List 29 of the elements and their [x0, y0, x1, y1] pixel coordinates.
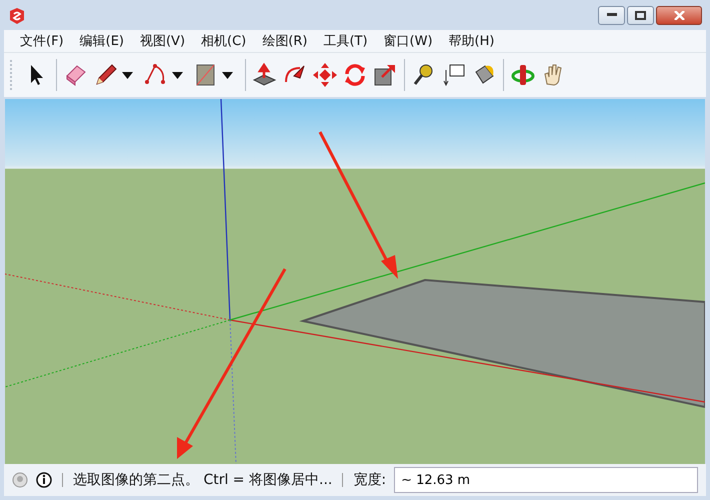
caret-icon: [222, 72, 232, 78]
measurement-field[interactable]: ~ 12.63 m: [394, 467, 698, 493]
caret-icon: [122, 72, 132, 78]
app-logo-icon: [8, 7, 26, 25]
menu-item[interactable]: 视图(V): [132, 32, 194, 50]
minimize-button[interactable]: [598, 6, 625, 24]
scale-icon: [372, 62, 398, 88]
menu-item[interactable]: 绘图(R): [254, 32, 316, 50]
menu-item[interactable]: 相机(C): [193, 32, 254, 50]
status-hint-text: 选取图像的第二点。 Ctrl = 将图像居中...: [73, 471, 332, 489]
maximize-button[interactable]: [627, 6, 654, 24]
push-pull-icon: [252, 62, 278, 88]
info-icon[interactable]: [36, 472, 52, 488]
orbit-icon: [510, 62, 536, 88]
text-label-icon: [441, 62, 467, 88]
menu-item[interactable]: 文件(F): [12, 32, 72, 50]
close-button[interactable]: [656, 6, 702, 24]
minimize-icon: [606, 13, 616, 17]
menu-item[interactable]: 窗口(W): [376, 32, 441, 50]
pencil-icon: [93, 62, 119, 88]
menu-item[interactable]: 工具(T): [315, 32, 376, 50]
measurement-label: 宽度:: [353, 471, 386, 489]
close-icon: [674, 10, 684, 20]
move-icon: [312, 62, 338, 88]
menu-item[interactable]: 帮助(H): [440, 32, 502, 50]
caret-icon: [172, 72, 182, 78]
maximize-icon: [635, 10, 646, 20]
rotate-icon: [342, 62, 368, 88]
menu-item[interactable]: 编辑(E): [72, 32, 132, 50]
